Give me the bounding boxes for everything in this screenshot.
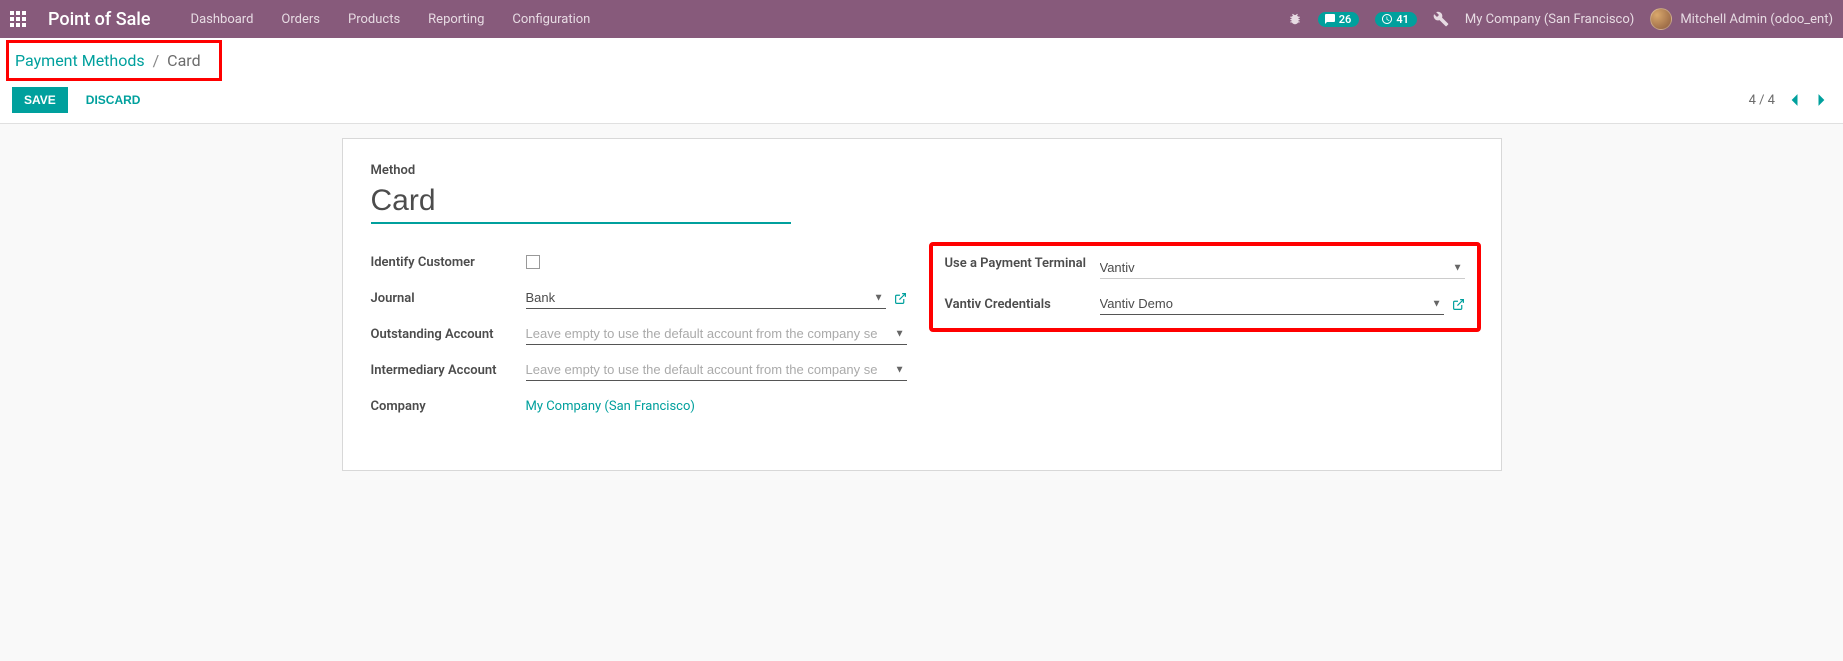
- external-link-icon[interactable]: [1452, 298, 1465, 311]
- nav-orders[interactable]: Orders: [281, 12, 320, 27]
- journal-input[interactable]: [526, 288, 886, 309]
- identify-customer-label: Identify Customer: [371, 255, 526, 270]
- breadcrumb-separator: /: [153, 51, 160, 70]
- pager-next-icon[interactable]: [1813, 93, 1831, 107]
- form-columns: Identify Customer Journal ▼: [371, 250, 1473, 430]
- avatar: [1650, 8, 1672, 30]
- messages-count: 26: [1339, 13, 1352, 26]
- breadcrumb-current: Card: [167, 51, 200, 70]
- terminal-highlight-box: Use a Payment Terminal ▼ Vantiv Credenti…: [929, 242, 1481, 332]
- nav-dashboard[interactable]: Dashboard: [191, 12, 254, 27]
- nav-reporting[interactable]: Reporting: [428, 12, 484, 27]
- messages-badge[interactable]: 26: [1318, 12, 1360, 27]
- row-vantiv: Vantiv Credentials ▼: [945, 292, 1465, 316]
- tools-icon[interactable]: [1433, 11, 1449, 27]
- form-sheet: Method Identify Customer Journal ▼: [342, 138, 1502, 471]
- pager-text: 4 / 4: [1749, 93, 1775, 108]
- activities-badge[interactable]: 41: [1375, 12, 1417, 27]
- debug-icon[interactable]: [1288, 12, 1302, 26]
- external-link-icon[interactable]: [894, 292, 907, 305]
- outstanding-label: Outstanding Account: [371, 327, 526, 342]
- nav-products[interactable]: Products: [348, 12, 400, 27]
- nav-items: Dashboard Orders Products Reporting Conf…: [191, 12, 591, 27]
- nav-configuration[interactable]: Configuration: [512, 12, 590, 27]
- activities-count: 41: [1396, 13, 1409, 26]
- intermediary-label: Intermediary Account: [371, 363, 526, 378]
- journal-label: Journal: [371, 291, 526, 306]
- pager-prev-icon[interactable]: [1785, 93, 1803, 107]
- company-value[interactable]: My Company (San Francisco): [526, 399, 695, 414]
- company-label: Company: [371, 399, 526, 414]
- form-col-left: Identify Customer Journal ▼: [371, 250, 907, 430]
- terminal-label: Use a Payment Terminal: [945, 256, 1100, 273]
- row-intermediary: Intermediary Account ▼: [371, 358, 907, 382]
- row-company: Company My Company (San Francisco): [371, 394, 907, 418]
- outstanding-input[interactable]: [526, 324, 907, 345]
- row-identify-customer: Identify Customer: [371, 250, 907, 274]
- company-selector[interactable]: My Company (San Francisco): [1465, 12, 1634, 27]
- method-label: Method: [371, 163, 1473, 178]
- breadcrumb-parent[interactable]: Payment Methods: [15, 51, 145, 70]
- row-journal: Journal ▼: [371, 286, 907, 310]
- navbar-right: 26 41 My Company (San Francisco) Mitchel…: [1288, 8, 1833, 30]
- sheet-wrap: Method Identify Customer Journal ▼: [0, 124, 1843, 511]
- apps-icon[interactable]: [10, 11, 26, 27]
- row-outstanding: Outstanding Account ▼: [371, 322, 907, 346]
- method-input[interactable]: [371, 182, 791, 224]
- discard-button[interactable]: DISCARD: [74, 87, 153, 113]
- row-terminal: Use a Payment Terminal ▼: [945, 256, 1465, 280]
- save-button[interactable]: SAVE: [12, 87, 68, 113]
- user-menu[interactable]: Mitchell Admin (odoo_ent): [1650, 8, 1833, 30]
- pager: 4 / 4: [1749, 93, 1831, 108]
- terminal-input[interactable]: [1100, 258, 1465, 279]
- form-col-right: Use a Payment Terminal ▼ Vantiv Credenti…: [937, 250, 1473, 430]
- control-row: SAVE DISCARD 4 / 4: [12, 87, 1831, 113]
- identify-customer-checkbox[interactable]: [526, 255, 540, 269]
- breadcrumb-highlight: Payment Methods / Card: [6, 40, 222, 81]
- user-name: Mitchell Admin (odoo_ent): [1680, 12, 1833, 27]
- navbar: Point of Sale Dashboard Orders Products …: [0, 0, 1843, 38]
- navbar-left: Point of Sale Dashboard Orders Products …: [10, 9, 590, 30]
- app-title[interactable]: Point of Sale: [48, 9, 151, 30]
- breadcrumb: Payment Methods / Card: [15, 51, 201, 70]
- intermediary-input[interactable]: [526, 360, 907, 381]
- vantiv-input[interactable]: [1100, 294, 1444, 315]
- vantiv-label: Vantiv Credentials: [945, 297, 1100, 312]
- control-bar: Payment Methods / Card SAVE DISCARD 4 / …: [0, 38, 1843, 124]
